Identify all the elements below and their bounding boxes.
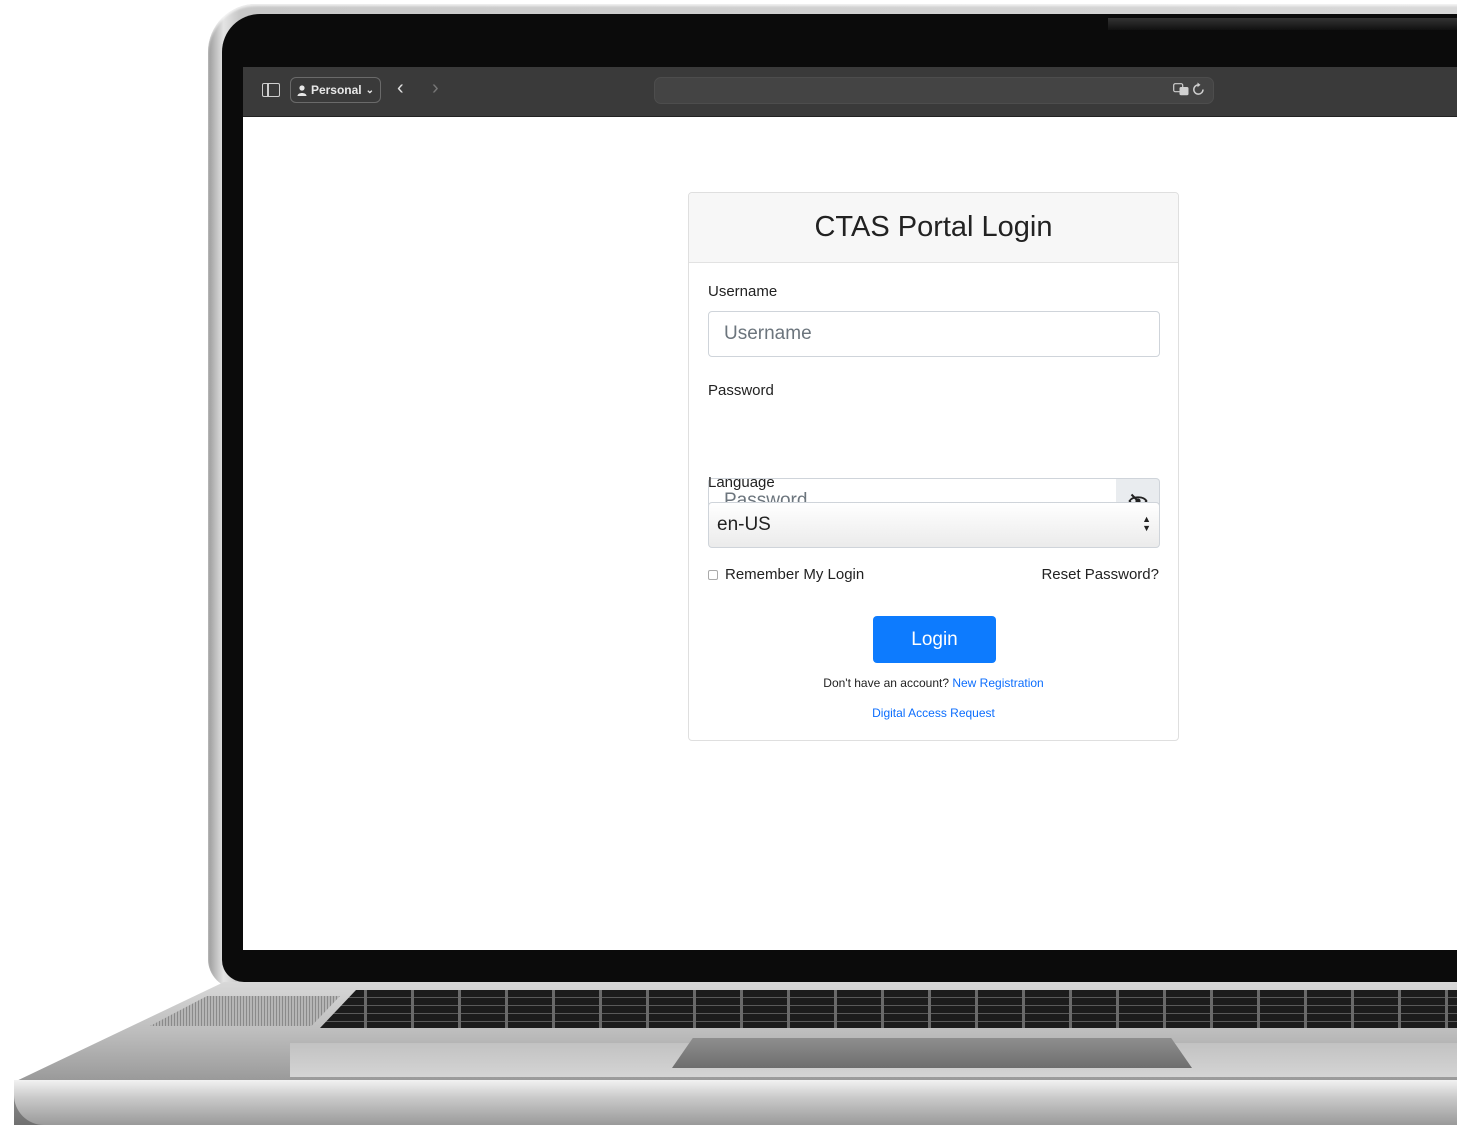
- page-title: CTAS Portal Login: [814, 211, 1053, 243]
- username-label: Username: [708, 283, 778, 300]
- no-account-text: Don't have an account?: [823, 676, 949, 690]
- trackpad: [672, 1038, 1192, 1068]
- browser-toolbar: Personal ⌄ ‹ ›: [243, 67, 1457, 117]
- language-value: en-US: [717, 514, 771, 535]
- camera-strip: [1108, 18, 1457, 30]
- login-card: CTAS Portal Login Username Password Lang…: [688, 192, 1179, 741]
- remember-checkbox[interactable]: [708, 569, 718, 580]
- profile-button[interactable]: Personal ⌄: [290, 77, 381, 103]
- laptop-front-edge: [14, 1080, 1457, 1125]
- language-select[interactable]: en-US ▲ ▼: [708, 502, 1160, 548]
- person-icon: [297, 84, 307, 96]
- language-label: Language: [708, 474, 775, 491]
- forward-icon[interactable]: ›: [432, 78, 439, 98]
- remember-login[interactable]: Remember My Login: [708, 566, 864, 583]
- register-line: Don't have an account? New Registration: [689, 676, 1178, 690]
- address-bar[interactable]: [654, 77, 1214, 104]
- chevron-down-icon: ⌄: [365, 84, 375, 96]
- login-card-header: CTAS Portal Login: [689, 193, 1178, 263]
- new-registration-link[interactable]: New Registration: [952, 676, 1043, 690]
- keyboard: [320, 990, 1457, 1028]
- remember-label: Remember My Login: [725, 566, 865, 583]
- back-icon[interactable]: ‹: [397, 78, 404, 98]
- digital-access-line: Digital Access Request: [689, 706, 1178, 720]
- login-button[interactable]: Login: [873, 616, 996, 663]
- sidebar-icon[interactable]: [262, 83, 280, 97]
- password-label: Password: [708, 382, 774, 399]
- login-button-label: Login: [911, 628, 958, 650]
- select-arrows-icon: ▲ ▼: [1142, 514, 1151, 533]
- reload-icon[interactable]: [1192, 82, 1205, 100]
- reset-password-link[interactable]: Reset Password?: [1041, 566, 1159, 583]
- translate-icon[interactable]: [1173, 83, 1189, 100]
- profile-label: Personal: [310, 83, 362, 97]
- speaker-grille: [150, 996, 340, 1026]
- digital-access-request-link[interactable]: Digital Access Request: [872, 706, 995, 720]
- laptop-screen: Personal ⌄ ‹ › CTAS Portal Login Usernam…: [243, 67, 1457, 950]
- username-input[interactable]: [708, 311, 1160, 357]
